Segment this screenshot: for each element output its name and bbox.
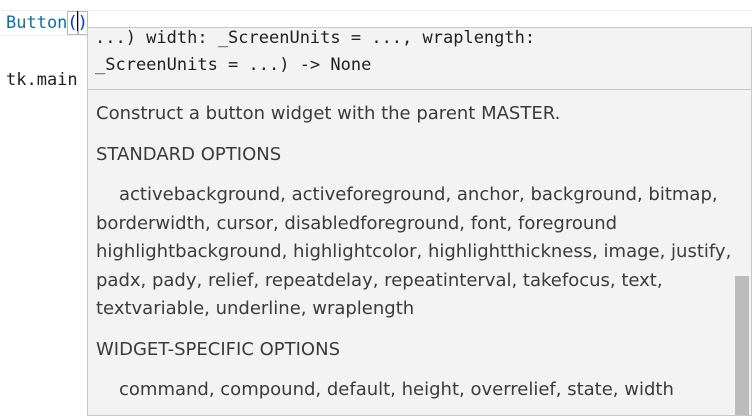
code-text: tk.main xyxy=(6,70,78,90)
standard-options-heading: STANDARD OPTIONS xyxy=(96,143,282,165)
signature-line-2: _ScreenUnits = ...) -> None xyxy=(95,55,372,75)
scrollbar-thumb[interactable] xyxy=(735,276,749,415)
signature-section: ...) width: _ScreenUnits = ..., wrapleng… xyxy=(88,28,751,90)
widget-options-list: command, compound, default, height, over… xyxy=(119,379,674,400)
code-line-1[interactable]: Button() xyxy=(6,11,88,35)
standard-options-list: activebackground, activeforeground, anch… xyxy=(96,184,732,319)
signature-line-1: ...) width: _ScreenUnits = ..., wrapleng… xyxy=(95,28,536,48)
code-line-2[interactable]: tk.main xyxy=(6,68,78,92)
docstring: Construct a button widget with the paren… xyxy=(96,90,732,405)
doc-description: Construct a button widget with the paren… xyxy=(96,103,561,124)
widget-options-heading: WIDGET-SPECIFIC OPTIONS xyxy=(96,338,340,360)
function-name: Button xyxy=(6,13,68,33)
signature-hover-popup[interactable]: ...) width: _ScreenUnits = ..., wrapleng… xyxy=(87,27,752,416)
